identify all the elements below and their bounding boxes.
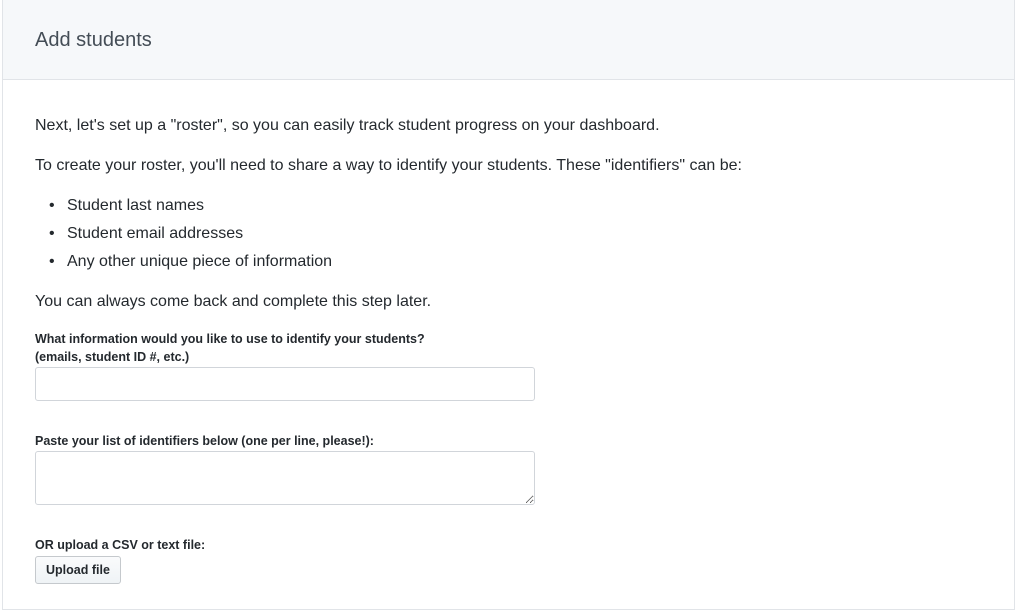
list-item: • Student email addresses: [35, 224, 332, 252]
add-students-panel: Add students Next, let's set up a "roste…: [2, 0, 1015, 610]
complete-later-text: You can always come back and complete th…: [35, 293, 432, 310]
list-item-label: Student email addresses: [67, 225, 244, 242]
identifiers-explanation: To create your roster, you'll need to sh…: [35, 157, 742, 174]
identifier-list-textarea[interactable]: [35, 451, 535, 505]
list-item: • Any other unique piece of information: [35, 252, 332, 280]
identifier-options-list: • Student last names • Student email add…: [35, 196, 332, 280]
upload-label: OR upload a CSV or text file:: [35, 538, 206, 552]
intro-text: Next, let's set up a "roster", so you ca…: [35, 117, 660, 134]
identifier-type-label: What information would you like to use t…: [35, 330, 425, 366]
identifier-type-input[interactable]: [35, 367, 535, 401]
panel-header: Add students: [3, 0, 1014, 80]
list-item-label: Any other unique piece of information: [67, 253, 333, 270]
identifier-type-label-line1: What information would you like to use t…: [35, 332, 425, 346]
list-item: • Student last names: [35, 196, 332, 224]
upload-file-button[interactable]: Upload file: [35, 556, 121, 584]
bullet-icon: •: [49, 197, 55, 214]
identifier-list-wrapper: [35, 451, 535, 505]
page-title: Add students: [35, 29, 152, 51]
identifier-type-label-line2: (emails, student ID #, etc.): [35, 350, 190, 364]
list-item-label: Student last names: [67, 197, 204, 214]
bullet-icon: •: [49, 253, 55, 270]
identifier-list-label: Paste your list of identifiers below (on…: [35, 434, 374, 448]
bullet-icon: •: [49, 225, 55, 242]
